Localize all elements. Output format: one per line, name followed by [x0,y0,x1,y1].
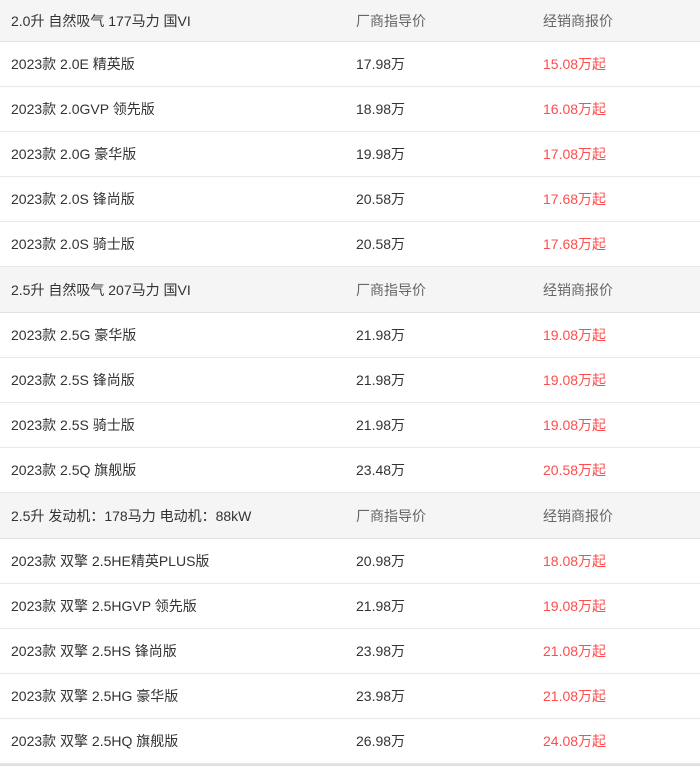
model-name[interactable]: 2023款 双擎 2.5HGVP 领先版 [0,596,345,616]
dealer-price[interactable]: 20.58万起 [533,460,700,480]
msrp-price: 20.58万 [356,191,406,207]
dealer-price[interactable]: 19.08万起 [533,370,700,390]
engine-spec: 2.5升 自然吸气 207马力 国VI [11,281,191,298]
msrp-price: 23.48万 [356,462,406,478]
table-row[interactable]: 2023款 2.5G 豪华版 21.98万 19.08万起 [0,313,700,358]
engine-group-hybrid: 2.5升 发动机：178马力 电动机：88kW 厂商指导价 经销商报价 2023… [0,493,700,764]
table-row[interactable]: 2023款 2.5Q 旗舰版 23.48万 20.58万起 [0,448,700,493]
table-row[interactable]: 2023款 2.0GVP 领先版 18.98万 16.08万起 [0,87,700,132]
model-name[interactable]: 2023款 2.5S 锋尚版 [0,370,345,390]
msrp-price: 20.98万 [356,553,406,569]
dealer-price[interactable]: 17.68万起 [533,189,700,209]
dealer-price[interactable]: 21.08万起 [533,686,700,706]
dealer-price[interactable]: 19.08万起 [533,596,700,616]
dealer-price[interactable]: 19.08万起 [533,325,700,345]
dealer-price[interactable]: 18.08万起 [533,551,700,571]
model-name[interactable]: 2023款 2.0GVP 领先版 [0,99,345,119]
table-row[interactable]: 2023款 双擎 2.5HS 锋尚版 23.98万 21.08万起 [0,629,700,674]
dealer-price[interactable]: 17.68万起 [533,234,700,254]
dealer-price[interactable]: 17.08万起 [533,144,700,164]
price-table: 2.0升 自然吸气 177马力 国VI 厂商指导价 经销商报价 2023款 2.… [0,0,700,766]
msrp-price: 21.98万 [356,327,406,343]
table-row[interactable]: 2023款 双擎 2.5HG 豪华版 23.98万 21.08万起 [0,674,700,719]
model-name[interactable]: 2023款 双擎 2.5HQ 旗舰版 [0,731,345,751]
model-name[interactable]: 2023款 2.0E 精英版 [0,54,345,74]
engine-spec: 2.0升 自然吸气 177马力 国VI [11,12,191,29]
table-row[interactable]: 2023款 双擎 2.5HQ 旗舰版 26.98万 24.08万起 [0,719,700,764]
msrp-price: 23.98万 [356,688,406,704]
msrp-price: 23.98万 [356,643,406,659]
dealer-price[interactable]: 21.08万起 [533,641,700,661]
msrp-price: 20.58万 [356,236,406,252]
table-row[interactable]: 2023款 双擎 2.5HGVP 领先版 21.98万 19.08万起 [0,584,700,629]
model-name[interactable]: 2023款 2.5Q 旗舰版 [0,460,345,480]
table-row[interactable]: 2023款 2.0E 精英版 17.98万 15.08万起 [0,42,700,87]
model-name[interactable]: 2023款 2.5G 豪华版 [0,325,345,345]
engine-spec: 2.5升 发动机：178马力 电动机：88kW [11,507,252,524]
model-name[interactable]: 2023款 2.0G 豪华版 [0,144,345,164]
msrp-price: 21.98万 [356,598,406,614]
dealer-column-label: 经销商报价 [543,281,613,298]
msrp-price: 26.98万 [356,733,406,749]
model-name[interactable]: 2023款 双擎 2.5HG 豪华版 [0,686,345,706]
table-row[interactable]: 2023款 2.5S 骑士版 21.98万 19.08万起 [0,403,700,448]
model-name[interactable]: 2023款 2.5S 骑士版 [0,415,345,435]
msrp-column-label: 厂商指导价 [356,12,426,29]
dealer-price[interactable]: 15.08万起 [533,54,700,74]
table-row[interactable]: 2023款 2.5S 锋尚版 21.98万 19.08万起 [0,358,700,403]
dealer-price[interactable]: 19.08万起 [533,415,700,435]
msrp-price: 17.98万 [356,56,406,72]
dealer-column-label: 经销商报价 [543,12,613,29]
table-row[interactable]: 2023款 双擎 2.5HE精英PLUS版 20.98万 18.08万起 [0,539,700,584]
model-name[interactable]: 2023款 2.0S 锋尚版 [0,189,345,209]
msrp-price: 19.98万 [356,146,406,162]
msrp-price: 18.98万 [356,101,406,117]
msrp-price: 21.98万 [356,372,406,388]
engine-group-2-0: 2.0升 自然吸气 177马力 国VI 厂商指导价 经销商报价 2023款 2.… [0,0,700,267]
dealer-column-label: 经销商报价 [543,507,613,524]
msrp-column-label: 厂商指导价 [356,507,426,524]
group-header: 2.0升 自然吸气 177马力 国VI 厂商指导价 经销商报价 [0,0,700,42]
dealer-price[interactable]: 16.08万起 [533,99,700,119]
group-header: 2.5升 自然吸气 207马力 国VI 厂商指导价 经销商报价 [0,267,700,313]
dealer-price[interactable]: 24.08万起 [533,731,700,751]
table-row[interactable]: 2023款 2.0G 豪华版 19.98万 17.08万起 [0,132,700,177]
table-row[interactable]: 2023款 2.0S 骑士版 20.58万 17.68万起 [0,222,700,267]
model-name[interactable]: 2023款 双擎 2.5HE精英PLUS版 [0,551,345,571]
table-row[interactable]: 2023款 2.0S 锋尚版 20.58万 17.68万起 [0,177,700,222]
msrp-column-label: 厂商指导价 [356,281,426,298]
model-name[interactable]: 2023款 2.0S 骑士版 [0,234,345,254]
engine-group-2-5: 2.5升 自然吸气 207马力 国VI 厂商指导价 经销商报价 2023款 2.… [0,267,700,493]
msrp-price: 21.98万 [356,417,406,433]
group-header: 2.5升 发动机：178马力 电动机：88kW 厂商指导价 经销商报价 [0,493,700,539]
model-name[interactable]: 2023款 双擎 2.5HS 锋尚版 [0,641,345,661]
table-bottom-border [0,764,700,766]
